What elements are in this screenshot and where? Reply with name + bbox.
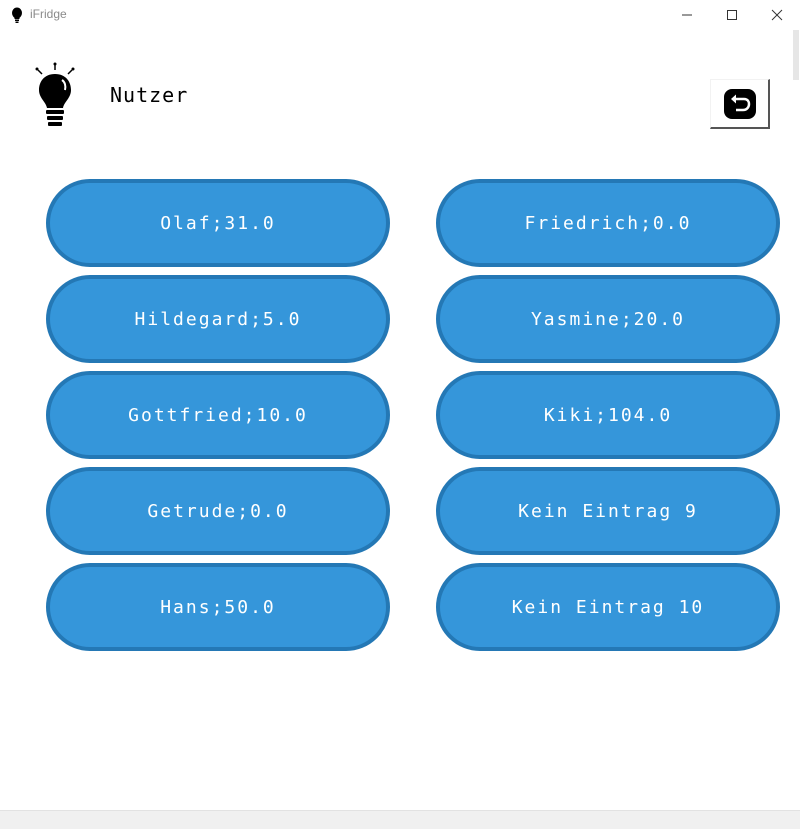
user-button-kiki[interactable]: Kiki;104.0 xyxy=(436,371,780,459)
vertical-scrollbar[interactable] xyxy=(792,30,800,810)
maximize-button[interactable] xyxy=(709,0,755,30)
user-button-gottfried[interactable]: Gottfried;10.0 xyxy=(46,371,390,459)
close-icon xyxy=(771,9,783,21)
lightbulb-icon xyxy=(35,62,75,126)
back-arrow-icon xyxy=(723,88,756,119)
window-title: iFridge xyxy=(30,7,67,21)
user-button-friedrich[interactable]: Friedrich;0.0 xyxy=(436,179,780,267)
minimize-button[interactable] xyxy=(664,0,710,30)
lightbulb-icon xyxy=(12,7,22,23)
user-button-getrude[interactable]: Getrude;0.0 xyxy=(46,467,390,555)
close-button[interactable] xyxy=(754,0,800,30)
user-button-olaf[interactable]: Olaf;31.0 xyxy=(46,179,390,267)
maximize-icon xyxy=(727,10,737,20)
page-title: Nutzer xyxy=(110,83,189,107)
minimize-icon xyxy=(682,14,692,16)
user-button-yasmine[interactable]: Yasmine;20.0 xyxy=(436,275,780,363)
bottom-bar xyxy=(0,810,800,829)
user-button-hildegard[interactable]: Hildegard;5.0 xyxy=(46,275,390,363)
user-button-hans[interactable]: Hans;50.0 xyxy=(46,563,390,651)
user-button-empty-10[interactable]: Kein Eintrag 10 xyxy=(436,563,780,651)
back-button[interactable] xyxy=(710,79,770,129)
scrollbar-thumb[interactable] xyxy=(793,30,799,80)
window-titlebar: iFridge xyxy=(0,0,800,30)
user-button-empty-9[interactable]: Kein Eintrag 9 xyxy=(436,467,780,555)
